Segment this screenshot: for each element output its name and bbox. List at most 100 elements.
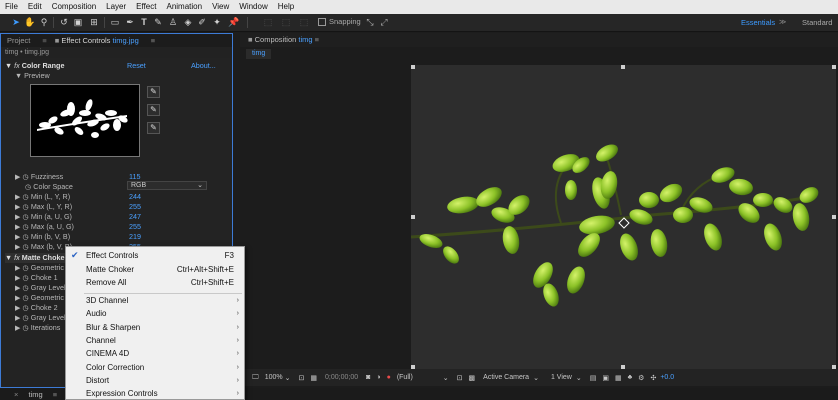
submenu-blur-sharpen[interactable]: Blur & Sharpen › bbox=[66, 321, 244, 334]
property-row-iterations[interactable]: ▶ ◷ Iterations bbox=[15, 323, 60, 333]
menu-composition[interactable]: Composition bbox=[47, 0, 101, 14]
clone-stamp-tool-icon[interactable]: ♙ bbox=[167, 16, 179, 28]
chevron-down-icon[interactable]: ⌄ bbox=[576, 374, 582, 382]
chevron-down-icon[interactable]: ⌄ bbox=[533, 374, 539, 382]
zoom-tool-icon[interactable]: ⚲ bbox=[38, 16, 50, 28]
submenu-3d-channel[interactable]: 3D Channel › bbox=[66, 294, 244, 307]
expand-arrow-icon[interactable]: ▼ bbox=[5, 61, 12, 70]
tab-composition[interactable]: ■ Composition timg ≡ bbox=[240, 33, 327, 47]
min-b-value[interactable]: 219 bbox=[129, 232, 141, 242]
close-icon[interactable]: × bbox=[14, 390, 18, 399]
type-tool-icon[interactable]: T bbox=[138, 16, 150, 28]
workspace-essentials[interactable]: Essentials bbox=[741, 18, 775, 27]
panel-menu-icon[interactable]: ≡ bbox=[53, 390, 57, 399]
property-row-choke-1[interactable]: ▶ ◷ Choke 1 bbox=[15, 273, 58, 283]
stopwatch-icon[interactable]: ◷ bbox=[23, 202, 29, 211]
property-row-min-a[interactable]: ▶ ◷ Min (a, U, G) bbox=[15, 212, 72, 222]
fast-preview-icon[interactable]: ▣ bbox=[602, 374, 609, 382]
timeline-icon[interactable]: ▦ bbox=[615, 374, 622, 382]
max-l-value[interactable]: 255 bbox=[129, 202, 141, 212]
tab-effect-controls[interactable]: ■ Effect Controls timg.jpg bbox=[53, 34, 145, 47]
color-channel-icon[interactable]: ● bbox=[387, 374, 391, 381]
menu-item-remove-all[interactable]: Remove All Ctrl+Shift+E bbox=[66, 276, 244, 289]
panel-menu-icon[interactable]: ≡ bbox=[36, 34, 52, 47]
expand-arrow-icon[interactable]: ▼ bbox=[15, 71, 22, 80]
transparency-grid-icon[interactable]: ▩ bbox=[469, 374, 476, 382]
view-layout-dropdown[interactable]: 1 View bbox=[551, 374, 572, 381]
menu-item-effect-controls[interactable]: ✔ Effect Controls F3 bbox=[66, 249, 244, 262]
submenu-distort[interactable]: Distort › bbox=[66, 374, 244, 387]
selection-handle[interactable] bbox=[832, 215, 836, 219]
snapping-checkbox[interactable] bbox=[318, 17, 326, 26]
view-axis-icon[interactable]: ⬚ bbox=[298, 16, 310, 28]
stopwatch-icon[interactable]: ◷ bbox=[23, 212, 29, 221]
workspace-menu-icon[interactable]: ≫ bbox=[779, 18, 786, 26]
eyedropper-plus-icon[interactable]: ✎ bbox=[147, 104, 160, 116]
resolution-dropdown[interactable]: (Full) bbox=[397, 374, 413, 381]
stopwatch-icon[interactable]: ◷ bbox=[23, 172, 29, 181]
selection-tool-icon[interactable]: ➤ bbox=[10, 16, 22, 28]
monitor-icon[interactable]: 🖵 bbox=[252, 374, 259, 382]
pen-tool-icon[interactable]: ✒ bbox=[124, 16, 136, 28]
selection-handle[interactable] bbox=[832, 65, 836, 69]
matte-choker-header[interactable]: ▼ fx Matte Choker bbox=[5, 253, 67, 263]
snap-edges-icon[interactable]: ⤡ bbox=[364, 16, 376, 28]
color-space-dropdown[interactable]: RGB ⌄ bbox=[127, 181, 207, 190]
stopwatch-icon[interactable]: ◷ bbox=[25, 182, 31, 191]
menu-file[interactable]: File bbox=[0, 0, 23, 14]
reset-link[interactable]: Reset bbox=[127, 61, 146, 71]
eyedropper-minus-icon[interactable]: ✎ bbox=[147, 122, 160, 134]
stopwatch-icon[interactable]: ◷ bbox=[23, 192, 29, 201]
timecode[interactable]: 0;00;00;00 bbox=[325, 374, 358, 381]
property-row-max-b[interactable]: ▶ ◷ Max (b, V, B) bbox=[15, 242, 72, 252]
submenu-cinema-4d[interactable]: CINEMA 4D › bbox=[66, 347, 244, 360]
menu-item-matte-choker[interactable]: Matte Choker Ctrl+Alt+Shift+E bbox=[66, 263, 244, 276]
hand-tool-icon[interactable]: ✋ bbox=[24, 16, 36, 28]
grid-icon[interactable]: ▦ bbox=[310, 374, 317, 382]
puppet-pin-tool-icon[interactable]: ✦ bbox=[211, 16, 223, 28]
snapshot-icon[interactable]: ◙ bbox=[366, 374, 370, 381]
world-axis-icon[interactable]: ⬚ bbox=[280, 16, 292, 28]
menu-view[interactable]: View bbox=[207, 0, 234, 14]
snapping-toggle[interactable]: Snapping bbox=[318, 17, 361, 26]
snap-features-icon[interactable]: ⤢ bbox=[378, 16, 390, 28]
fx-icon[interactable]: fx bbox=[14, 61, 20, 70]
flowchart-icon[interactable]: ♣ bbox=[628, 374, 633, 381]
property-row-choke-2[interactable]: ▶ ◷ Choke 2 bbox=[15, 303, 58, 313]
property-row-min-l[interactable]: ▶ ◷ Min (L, Y, R) bbox=[15, 192, 70, 202]
pan-behind-tool-icon[interactable]: ⊞ bbox=[88, 16, 100, 28]
zoom-dropdown[interactable]: 100% bbox=[265, 374, 283, 381]
property-row-fuzziness[interactable]: ▶ ◷ Fuzziness bbox=[15, 172, 63, 182]
brush-tool-icon[interactable]: ✎ bbox=[152, 16, 164, 28]
menu-help[interactable]: Help bbox=[273, 0, 299, 14]
tab-project[interactable]: Project bbox=[1, 34, 36, 47]
menu-window[interactable]: Window bbox=[234, 0, 272, 14]
submenu-audio[interactable]: Audio › bbox=[66, 307, 244, 320]
comp-sub-tab[interactable]: timg bbox=[246, 49, 272, 59]
eyedropper-icon[interactable]: ✎ bbox=[147, 86, 160, 98]
selection-handle[interactable] bbox=[411, 215, 415, 219]
exposure-reset-icon[interactable]: ✣ bbox=[650, 374, 656, 382]
camera-dropdown[interactable]: Active Camera bbox=[483, 374, 529, 381]
effect-header[interactable]: ▼ fx Color Range bbox=[5, 61, 64, 71]
menu-effect[interactable]: Effect bbox=[131, 0, 161, 14]
panel-menu-icon[interactable]: ≡ bbox=[315, 35, 319, 44]
selection-handle[interactable] bbox=[621, 65, 625, 69]
settings-gear-icon[interactable]: ⚙ bbox=[638, 374, 644, 382]
composition-viewer[interactable] bbox=[411, 65, 836, 369]
eraser-tool-icon[interactable]: ◈ bbox=[182, 16, 194, 28]
property-row-max-l[interactable]: ▶ ◷ Max (L, Y, R) bbox=[15, 202, 72, 212]
chevron-down-icon[interactable]: ⌄ bbox=[443, 374, 449, 382]
chevron-down-icon[interactable]: ⌄ bbox=[285, 374, 291, 382]
selection-handle[interactable] bbox=[411, 65, 415, 69]
matte-preview-image[interactable] bbox=[30, 84, 140, 157]
rotate-tool-icon[interactable]: ↺ bbox=[58, 16, 70, 28]
workspace-standard[interactable]: Standard bbox=[802, 18, 832, 27]
exposure-value[interactable]: +0.0 bbox=[660, 374, 674, 381]
rectangle-tool-icon[interactable]: ▭ bbox=[109, 16, 121, 28]
preview-header[interactable]: ▼ Preview bbox=[15, 71, 50, 81]
property-row-max-a[interactable]: ▶ ◷ Max (a, U, G) bbox=[15, 222, 74, 232]
max-a-value[interactable]: 255 bbox=[129, 222, 141, 232]
stopwatch-icon[interactable]: ◷ bbox=[23, 232, 29, 241]
min-a-value[interactable]: 247 bbox=[129, 212, 141, 222]
